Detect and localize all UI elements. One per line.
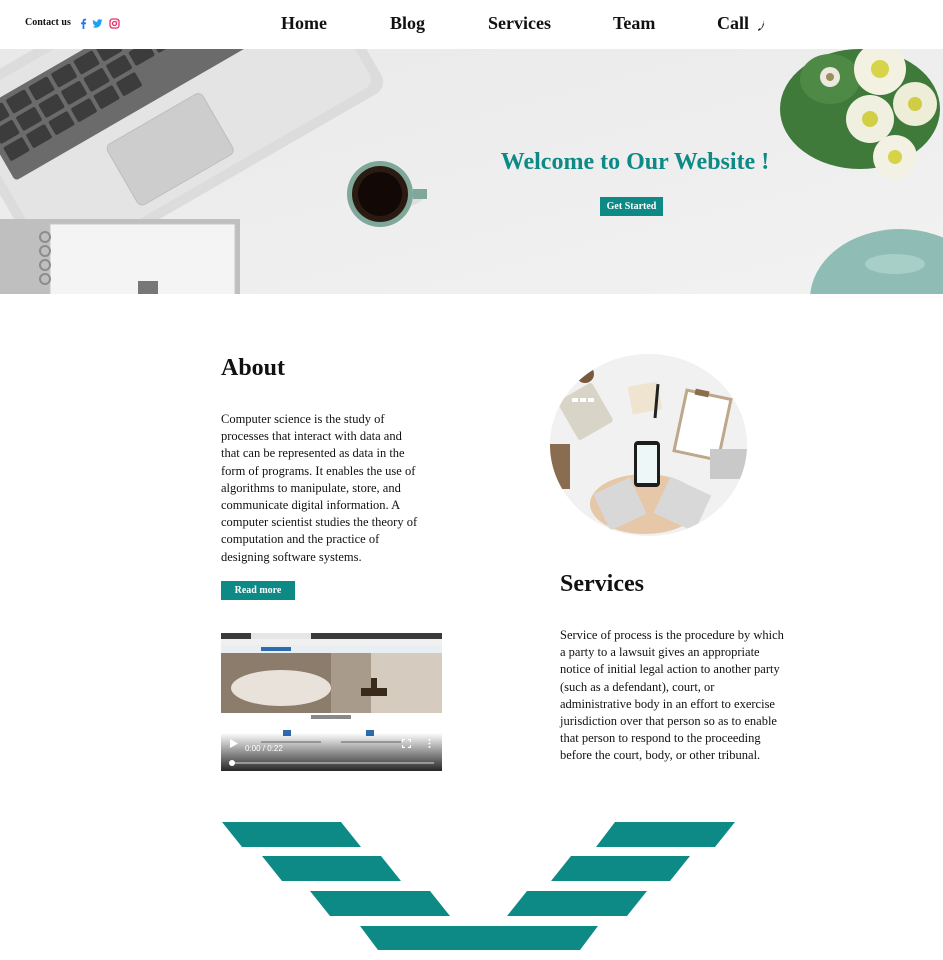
chevron-bar-left-1: [222, 822, 361, 847]
decorative-chevron-shape: [222, 822, 735, 950]
chevron-bar-bottom: [360, 926, 598, 950]
video-progress-bar[interactable]: [230, 762, 434, 764]
chevron-bar-right-2: [551, 856, 690, 881]
nav-call-label: Call: [717, 13, 750, 33]
services-title: Services: [560, 571, 644, 597]
about-title: About: [221, 355, 286, 381]
hero-banner: Welcome to Our Website ! Get Started: [0, 49, 943, 294]
chevron-bar-right-3: [507, 891, 647, 916]
nav-home[interactable]: Home: [281, 13, 327, 34]
site-header: Contact us Home Blog Services Team Call: [0, 0, 943, 49]
nav-blog[interactable]: Blog: [390, 13, 425, 34]
nav-call[interactable]: Call: [717, 13, 765, 36]
twitter-icon[interactable]: [92, 16, 103, 28]
chevron-bar-left-2: [262, 856, 401, 881]
services-text: Service of process is the procedure by w…: [560, 628, 784, 763]
fullscreen-icon[interactable]: [401, 735, 412, 753]
nav-team[interactable]: Team: [613, 13, 655, 34]
chevron-bar-left-3: [310, 891, 450, 916]
about-text: Computer science is the study of process…: [221, 412, 418, 564]
video-time: 0:00 / 0:22: [245, 744, 283, 753]
play-icon[interactable]: [230, 735, 238, 753]
phone-icon: [755, 15, 765, 36]
instagram-icon[interactable]: [109, 16, 120, 29]
facebook-icon[interactable]: [78, 16, 89, 29]
chevron-bar-right-1: [596, 822, 735, 847]
video-player[interactable]: 0:00 / 0:22: [221, 633, 442, 771]
nav-services[interactable]: Services: [488, 13, 551, 34]
services-photo: [550, 354, 747, 536]
video-scrubber[interactable]: [229, 760, 235, 766]
hero-title: Welcome to Our Website !: [500, 149, 770, 175]
read-more-button[interactable]: Read more: [221, 581, 295, 600]
desk-phone-illustration: [550, 354, 747, 536]
more-options-icon[interactable]: [428, 735, 431, 753]
get-started-button[interactable]: Get Started: [600, 197, 663, 216]
contact-us-label: Contact us: [25, 17, 71, 28]
